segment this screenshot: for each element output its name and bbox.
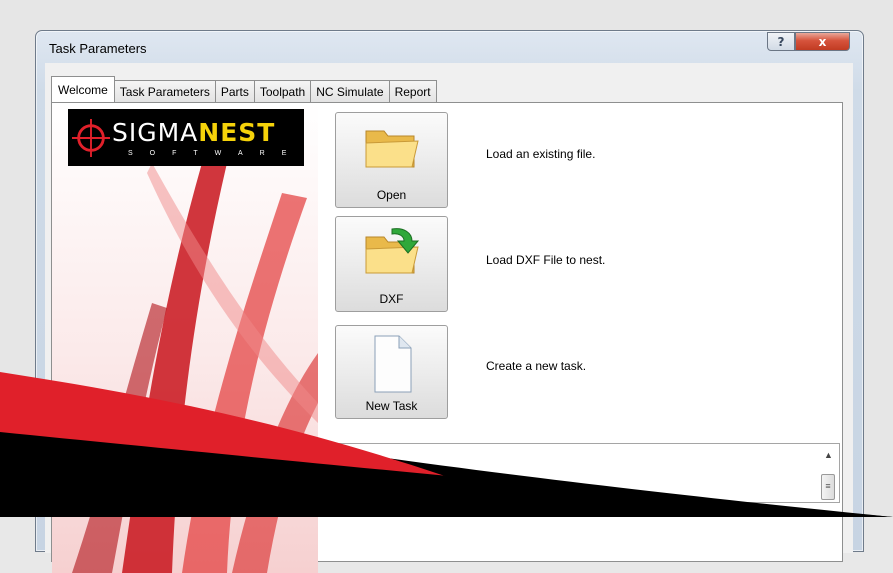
new-task-description: Create a new task.: [486, 359, 587, 373]
window-client-area: Welcome Task Parameters Parts Toolpath N…: [45, 63, 853, 573]
tab-parts[interactable]: Parts: [214, 80, 255, 102]
sigmanest-logo: SIGMANEST SOFTWARE: [68, 109, 304, 166]
tab-task-parameters[interactable]: Task Parameters: [113, 80, 216, 102]
open-button-label: Open: [376, 188, 407, 202]
open-description: Load an existing file.: [486, 147, 596, 161]
log-output-box[interactable]: ▲ ≡: [320, 443, 840, 503]
folder-icon: [365, 130, 419, 168]
welcome-panel: SIGMANEST SOFTWARE Open Load an existing…: [51, 102, 843, 573]
folder-import-icon: [365, 228, 419, 274]
red-ribbon-artwork: [72, 163, 318, 573]
new-task-button[interactable]: New Task: [335, 325, 448, 419]
log-scrollbar[interactable]: ▲ ≡: [820, 446, 837, 502]
logo-text-nest: NEST: [198, 117, 276, 147]
new-document-icon: [374, 335, 411, 393]
tab-report[interactable]: Report: [388, 80, 437, 102]
help-button[interactable]: ?: [767, 32, 795, 51]
sigmanest-banner: SIGMANEST SOFTWARE: [52, 103, 318, 573]
scroll-thumb[interactable]: ≡: [821, 474, 835, 500]
tab-nc-simulate[interactable]: NC Simulate: [310, 80, 390, 102]
close-button[interactable]: x: [795, 32, 850, 51]
window-title: Task Parameters: [49, 41, 147, 56]
tab-welcome[interactable]: Welcome: [51, 76, 115, 102]
dxf-button-label: DXF: [379, 292, 404, 306]
new-task-button-label: New Task: [365, 399, 418, 413]
crosshair-logo-icon: [72, 119, 110, 157]
tab-toolpath[interactable]: Toolpath: [253, 80, 312, 102]
dxf-button[interactable]: DXF: [335, 216, 448, 312]
title-bar[interactable]: Task Parameters ? x: [36, 31, 863, 63]
dxf-description: Load DXF File to nest.: [486, 253, 606, 267]
close-icon: x: [818, 34, 827, 49]
task-parameters-window: Task Parameters ? x Welcome Task Paramet…: [35, 30, 864, 573]
logo-text-sigma: SIGMA: [112, 117, 199, 147]
scroll-up-icon[interactable]: ▲: [824, 450, 833, 460]
tab-strip: Welcome Task Parameters Parts Toolpath N…: [51, 76, 437, 102]
open-button[interactable]: Open: [335, 112, 448, 208]
